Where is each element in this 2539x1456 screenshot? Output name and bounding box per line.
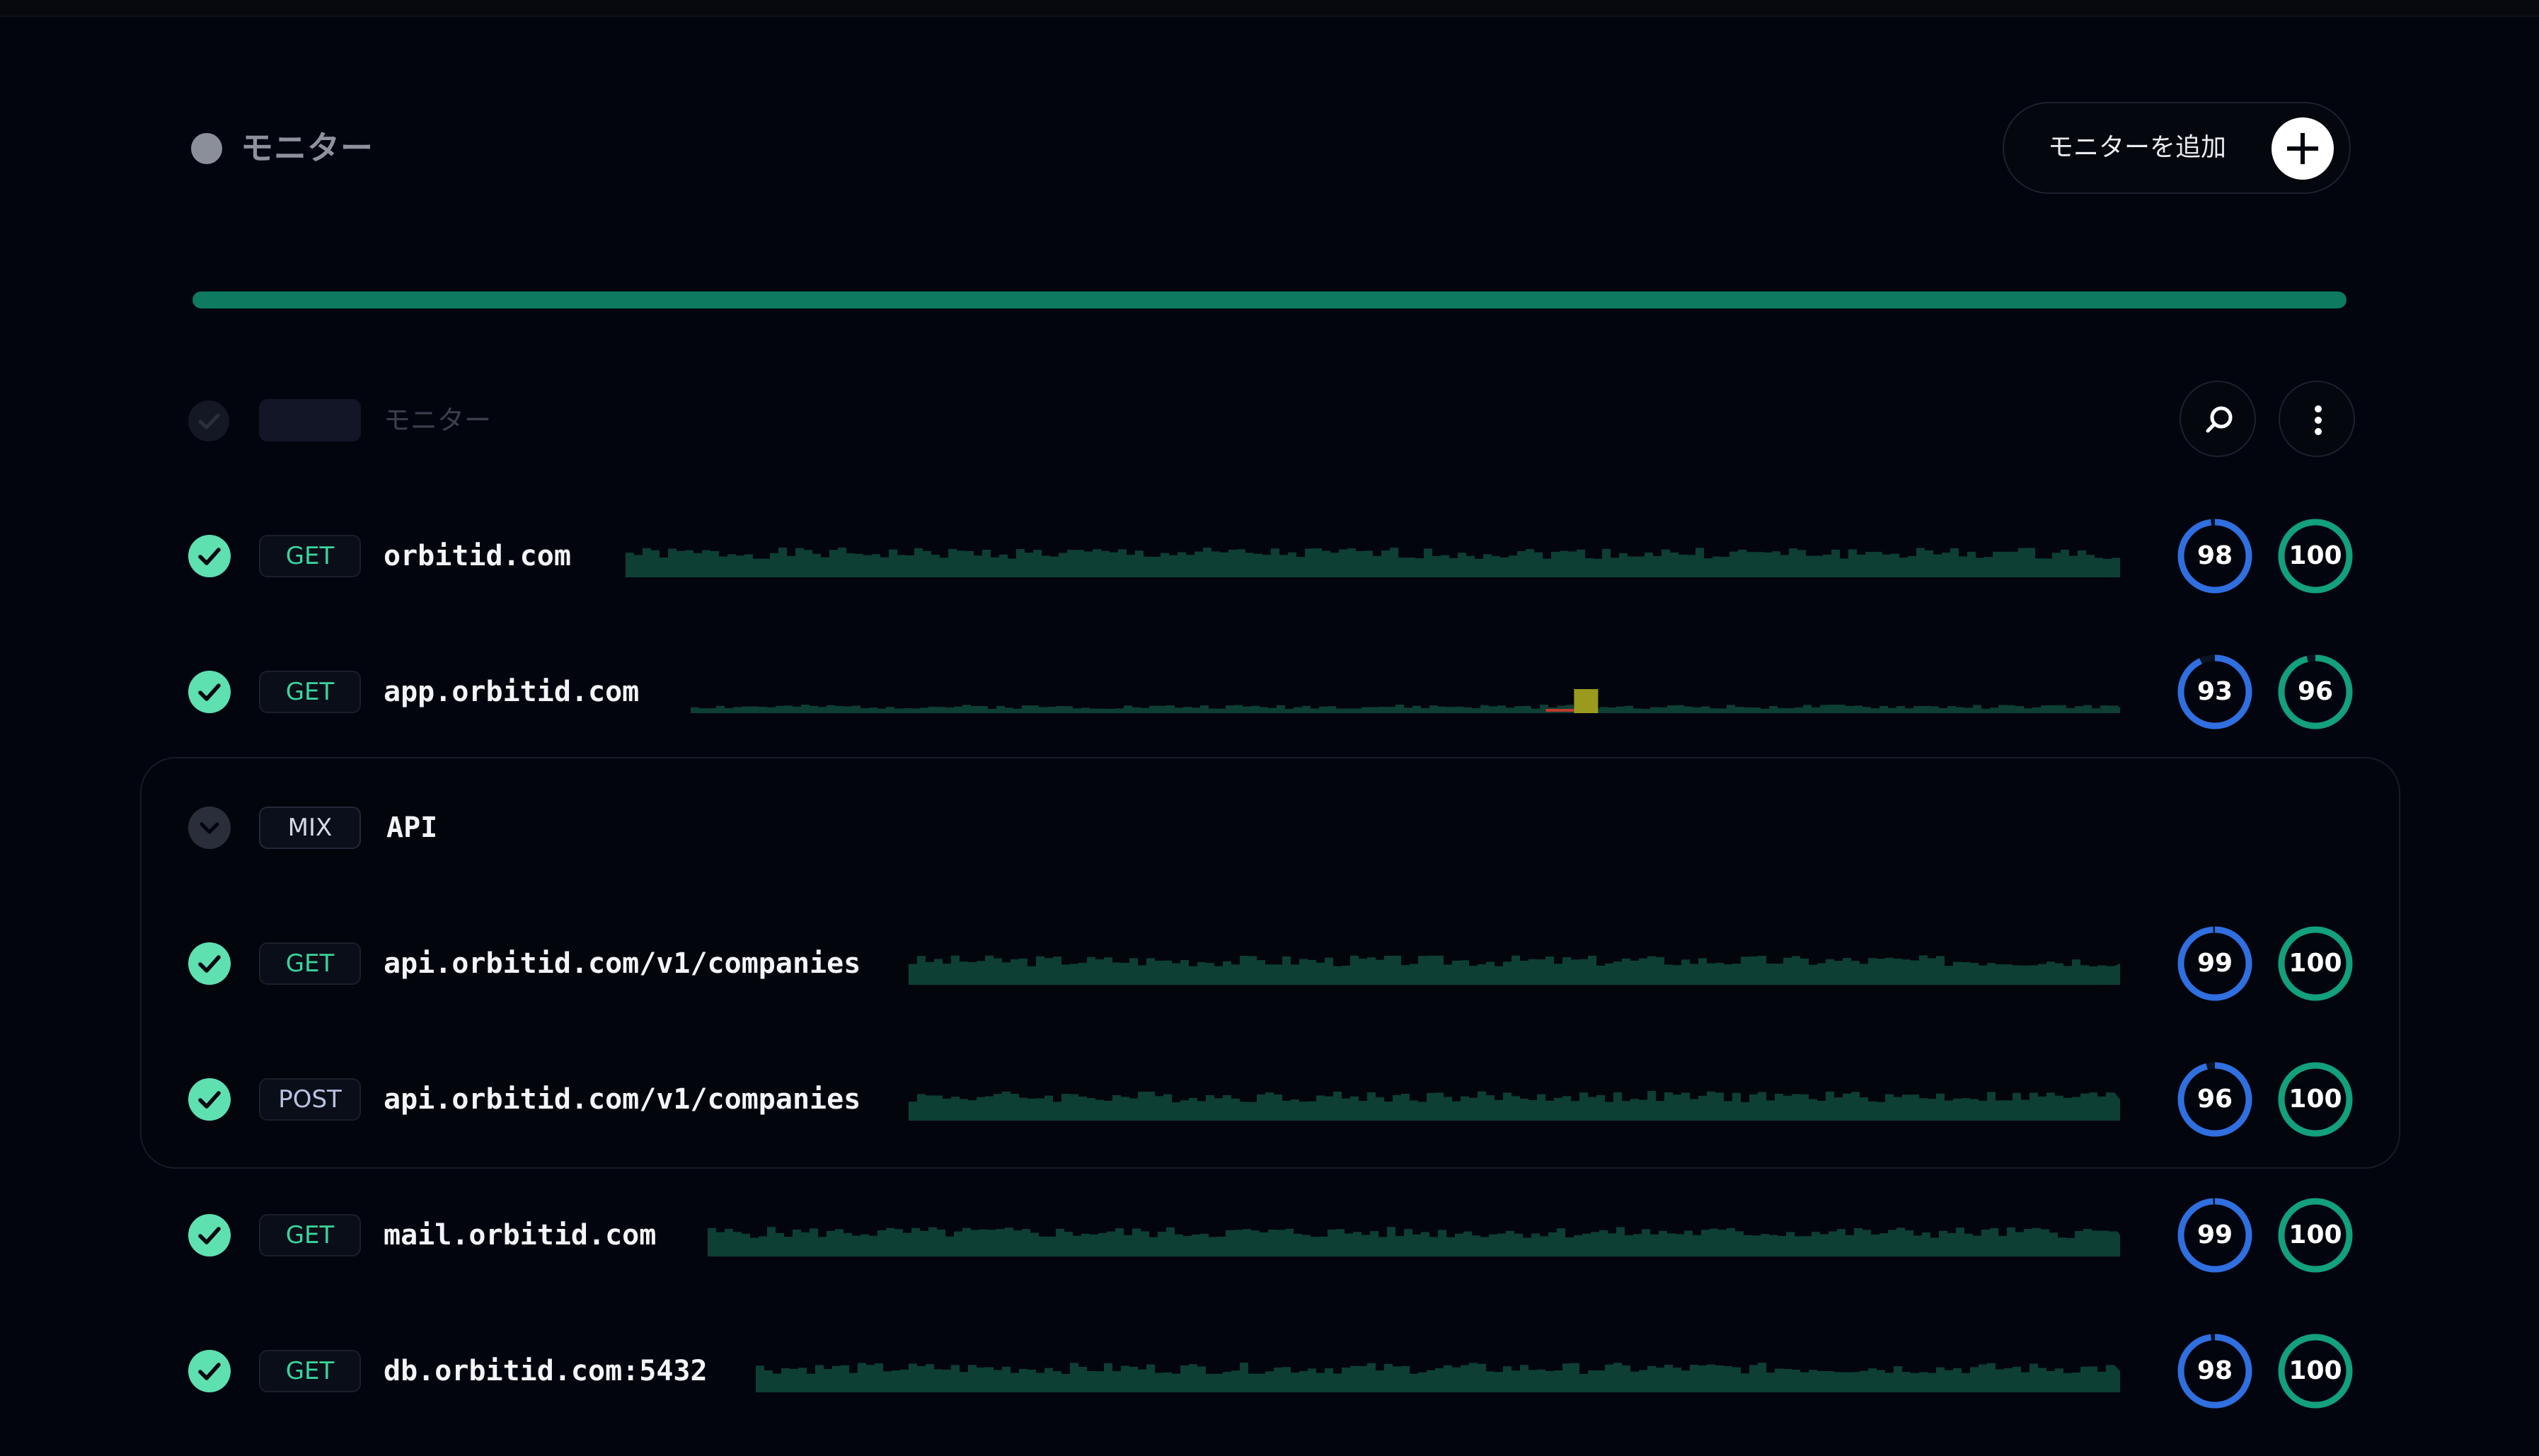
score-ring-b: 100 — [2277, 1197, 2354, 1273]
sparkline-area — [691, 705, 2120, 713]
score-a-value: 99 — [2197, 949, 2233, 978]
score-a-value: 93 — [2197, 677, 2233, 706]
score-ring-a: 98 — [2177, 518, 2253, 594]
score-ring-b: 100 — [2277, 1061, 2354, 1138]
score-b-value: 100 — [2288, 1085, 2342, 1114]
monitor-row[interactable]: GET api.orbitid.com/v1/companies 99 100 — [0, 921, 2539, 1006]
score-b-value: 100 — [2288, 541, 2342, 570]
group-name[interactable]: API — [386, 805, 437, 850]
check-circle-icon — [188, 671, 231, 713]
score-b-value: 96 — [2297, 677, 2334, 706]
sparkline-warning-mark — [1574, 689, 1599, 713]
check-circle-icon — [188, 1078, 231, 1121]
check-circle-icon — [188, 942, 231, 985]
method-badge: GET — [259, 1350, 361, 1392]
overall-status-fill — [192, 291, 2347, 308]
score-ring-a: 99 — [2177, 1197, 2253, 1273]
score-ring-a: 96 — [2177, 1061, 2253, 1138]
check-circle-icon — [188, 1214, 231, 1256]
status-dot — [191, 133, 222, 164]
check-circle-icon — [188, 535, 231, 577]
check-circle-icon — [188, 1350, 231, 1392]
score-a-value: 96 — [2197, 1085, 2233, 1114]
score-ring-a: 99 — [2177, 925, 2253, 1002]
score-ring-a: 98 — [2177, 1333, 2253, 1409]
monitor-row[interactable]: GET db.orbitid.com:5432 98 100 — [0, 1329, 2539, 1414]
select-all-checkbox[interactable] — [188, 400, 229, 441]
monitor-row[interactable]: GET orbitid.com 98 100 — [0, 514, 2539, 599]
group-method-badge: MIX — [259, 807, 361, 849]
method-badge: GET — [259, 942, 361, 985]
method-badge: POST — [259, 1078, 361, 1121]
monitor-row[interactable]: GET app.orbitid.com 93 96 — [0, 649, 2539, 734]
sparkline-area — [909, 1091, 2120, 1121]
monitor-url[interactable]: app.orbitid.com — [384, 669, 639, 715]
score-ring-b: 100 — [2277, 518, 2354, 594]
score-a-value: 98 — [2197, 541, 2233, 570]
plus-icon — [2272, 117, 2334, 180]
score-b-value: 100 — [2288, 949, 2342, 978]
uptime-sparkline — [708, 1227, 2120, 1256]
uptime-sparkline — [691, 689, 2120, 713]
monitor-row[interactable]: GET mail.orbitid.com 99 100 — [0, 1193, 2539, 1278]
monitor-url[interactable]: api.orbitid.com/v1/companies — [384, 1077, 860, 1122]
search-icon — [2206, 406, 2233, 433]
method-badge: GET — [259, 535, 361, 577]
score-ring-b: 96 — [2277, 654, 2354, 730]
sparkline-area — [756, 1363, 2120, 1392]
score-b-value: 100 — [2288, 1356, 2342, 1385]
uptime-sparkline — [626, 548, 2120, 577]
overall-status-bar — [192, 291, 2347, 308]
add-monitor-label: モニターを追加 — [2048, 133, 2227, 162]
sparkline-area — [909, 955, 2120, 985]
score-a-value: 98 — [2197, 1356, 2233, 1385]
monitor-url[interactable]: mail.orbitid.com — [384, 1213, 656, 1258]
sparkline-error-mark — [1545, 709, 1574, 712]
monitor-row[interactable]: POST api.orbitid.com/v1/companies 96 100 — [0, 1057, 2539, 1142]
monitor-url[interactable]: api.orbitid.com/v1/companies — [384, 941, 860, 986]
uptime-sparkline — [756, 1363, 2120, 1392]
score-b-value: 100 — [2288, 1220, 2342, 1249]
page-title: モニター — [241, 129, 374, 167]
score-ring-b: 100 — [2277, 1333, 2354, 1409]
monitor-filter-label: モニター — [384, 405, 492, 436]
score-ring-b: 100 — [2277, 925, 2354, 1002]
uptime-sparkline — [909, 955, 2120, 985]
uptime-sparkline — [909, 1091, 2120, 1121]
score-a-value: 99 — [2197, 1220, 2233, 1249]
method-badge: GET — [259, 1214, 361, 1256]
monitor-url[interactable]: orbitid.com — [384, 533, 571, 579]
sparkline-area — [626, 548, 2120, 577]
search-button[interactable] — [2180, 381, 2256, 457]
window-top-bar — [0, 0, 2539, 17]
method-filter-placeholder[interactable] — [259, 399, 361, 441]
group-header[interactable]: MIX API — [0, 785, 2539, 870]
sparkline-area — [708, 1227, 2120, 1256]
monitor-url[interactable]: db.orbitid.com:5432 — [384, 1348, 708, 1394]
chevron-down-icon[interactable] — [188, 807, 231, 849]
more-vertical-icon — [2315, 405, 2322, 435]
score-ring-a: 93 — [2177, 654, 2253, 730]
more-options-button[interactable] — [2279, 381, 2355, 457]
method-badge: GET — [259, 671, 361, 713]
add-monitor-button[interactable]: モニターを追加 — [2003, 102, 2351, 194]
